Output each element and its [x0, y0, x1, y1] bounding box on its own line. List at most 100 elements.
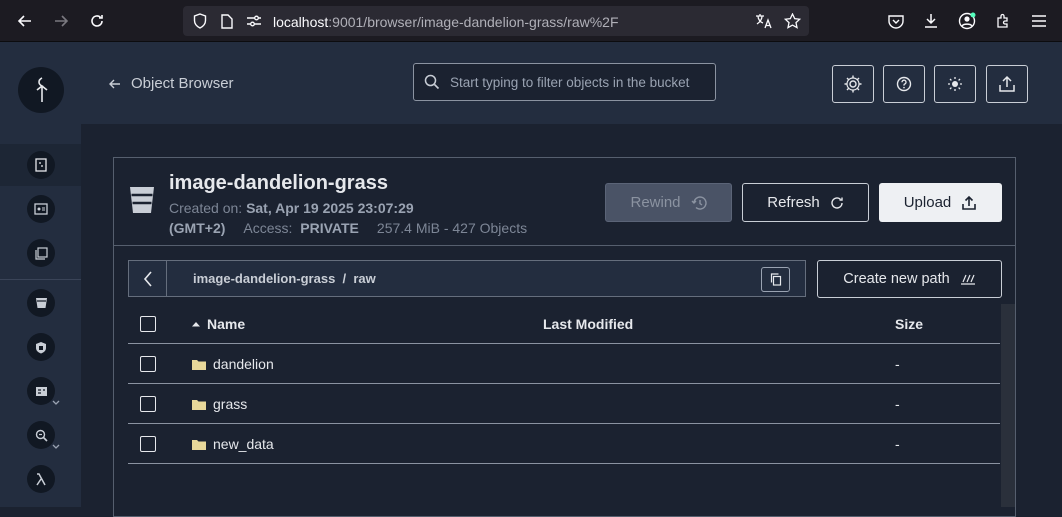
history-icon: [691, 195, 707, 210]
bucket-title: image-dandelion-grass: [169, 172, 388, 194]
table-row[interactable]: new_data -: [128, 424, 1000, 464]
help-icon: [896, 76, 912, 92]
sidebar-separator: [0, 279, 81, 280]
row-name-cell[interactable]: new_data: [191, 436, 274, 452]
size-column-header[interactable]: Size: [895, 316, 923, 332]
url-host: localhost: [273, 14, 329, 30]
search-input[interactable]: [450, 73, 705, 91]
account-icon[interactable]: [956, 10, 978, 32]
menu-icon[interactable]: [1028, 10, 1050, 32]
row-name[interactable]: grass: [213, 396, 247, 412]
table-scrollbar[interactable]: [1001, 304, 1015, 507]
row-checkbox[interactable]: [140, 396, 156, 412]
bucket-panel: image-dandelion-grass Created on: Sat, A…: [113, 157, 1016, 517]
row-size: -: [895, 356, 900, 372]
table-header: Name Last Modified Size: [128, 304, 1000, 344]
row-checkbox[interactable]: [140, 436, 156, 452]
settings-button[interactable]: [832, 65, 874, 103]
upload-header-button[interactable]: [986, 65, 1028, 103]
upload-icon: [962, 195, 977, 210]
theme-toggle-button[interactable]: [934, 65, 976, 103]
rewind-button[interactable]: Rewind: [605, 183, 732, 222]
sidebar-item-object-browser[interactable]: [27, 151, 55, 179]
copy-path-button[interactable]: [761, 267, 790, 292]
back-link-label: Object Browser: [131, 75, 234, 92]
sidebar: [0, 42, 81, 507]
row-name[interactable]: new_data: [213, 436, 274, 452]
row-size: -: [895, 396, 900, 412]
url-text: localhost:9001/browser/image-dandelion-g…: [273, 14, 619, 30]
row-size: -: [895, 436, 900, 452]
copy-icon: [770, 273, 781, 286]
sun-icon: [948, 77, 962, 91]
upload-button[interactable]: Upload: [879, 183, 1002, 222]
created-label: Created on:: [169, 200, 243, 216]
refresh-button[interactable]: Refresh: [742, 183, 869, 222]
translate-icon[interactable]: [755, 12, 773, 30]
forward-arrow-icon[interactable]: [50, 10, 72, 32]
back-arrow-icon: [109, 79, 120, 88]
sidebar-item-policies[interactable]: [27, 333, 55, 361]
object-filter-search[interactable]: [413, 63, 716, 101]
object-browser-back-link[interactable]: Object Browser: [109, 75, 234, 92]
main-content: image-dandelion-grass Created on: Sat, A…: [81, 124, 1062, 517]
sidebar-item-events-lambda[interactable]: [27, 465, 55, 493]
chevron-left-icon: [143, 270, 152, 287]
search-icon: [424, 74, 440, 90]
folder-icon: [192, 359, 206, 370]
sort-asc-icon: [192, 322, 200, 327]
bucket-header: image-dandelion-grass Created on: Sat, A…: [114, 158, 1015, 246]
new-path-icon: [960, 274, 975, 285]
sidebar-item-documentation[interactable]: [27, 239, 55, 267]
name-column-header[interactable]: Name: [191, 316, 245, 332]
url-path: :9001/browser/image-dandelion-grass/raw%…: [328, 14, 619, 30]
rewind-label: Rewind: [630, 194, 681, 211]
chevron-down-icon[interactable]: [50, 440, 62, 452]
refresh-icon: [831, 196, 843, 209]
page-header: Object Browser: [81, 42, 1062, 124]
timezone: (GMT+2): [169, 220, 226, 236]
row-name[interactable]: dandelion: [213, 356, 274, 372]
extensions-icon[interactable]: [992, 10, 1014, 32]
refresh-label: Refresh: [767, 194, 820, 211]
folder-icon: [192, 439, 206, 450]
bucket-details: (GMT+2) Access: PRIVATE 257.4 MiB - 427 Ob…: [169, 220, 527, 236]
access-value: PRIVATE: [300, 220, 359, 236]
created-value: Sat, Apr 19 2025 23:07:29: [246, 200, 414, 216]
create-new-path-button[interactable]: Create new path: [817, 260, 1002, 298]
folder-icon: [192, 399, 206, 410]
objects-table: Name Last Modified Size dandelion - gras…: [128, 304, 1000, 464]
table-row[interactable]: dandelion -: [128, 344, 1000, 384]
browser-toolbar: localhost:9001/browser/image-dandelion-g…: [0, 0, 1062, 42]
last-modified-column-header[interactable]: Last Modified: [543, 316, 633, 332]
reload-icon[interactable]: [86, 10, 108, 32]
address-bar[interactable]: localhost:9001/browser/image-dandelion-g…: [183, 6, 809, 36]
help-button[interactable]: [883, 65, 925, 103]
bucket-usage: 257.4 MiB - 427 Objects: [376, 220, 528, 236]
create-path-label: Create new path: [843, 271, 950, 287]
page-icon[interactable]: [218, 12, 236, 30]
row-checkbox[interactable]: [140, 356, 156, 372]
table-row[interactable]: grass -: [128, 384, 1000, 424]
name-header-label: Name: [207, 316, 246, 332]
downloads-icon[interactable]: [920, 10, 942, 32]
row-name-cell[interactable]: grass: [191, 396, 247, 412]
row-name-cell[interactable]: dandelion: [191, 356, 274, 372]
minio-logo[interactable]: [18, 67, 64, 113]
access-label: Access:: [243, 220, 293, 236]
path-breadcrumb-bar: image-dandelion-grass / raw: [128, 260, 806, 297]
chevron-down-icon[interactable]: [50, 396, 62, 408]
shield-icon[interactable]: [191, 12, 209, 30]
upload-icon: [999, 75, 1015, 92]
sidebar-item-access-keys[interactable]: [27, 195, 55, 223]
back-arrow-icon[interactable]: [14, 10, 36, 32]
bookmark-star-icon[interactable]: [783, 12, 801, 30]
site-permissions-icon[interactable]: [245, 12, 263, 30]
select-all-checkbox[interactable]: [140, 316, 156, 332]
gear-icon: [844, 75, 862, 93]
breadcrumb[interactable]: image-dandelion-grass / raw: [193, 271, 376, 286]
path-back-button[interactable]: [129, 261, 167, 296]
bucket-icon: [130, 187, 154, 213]
sidebar-item-buckets[interactable]: [27, 289, 55, 317]
pocket-icon[interactable]: [885, 10, 907, 32]
